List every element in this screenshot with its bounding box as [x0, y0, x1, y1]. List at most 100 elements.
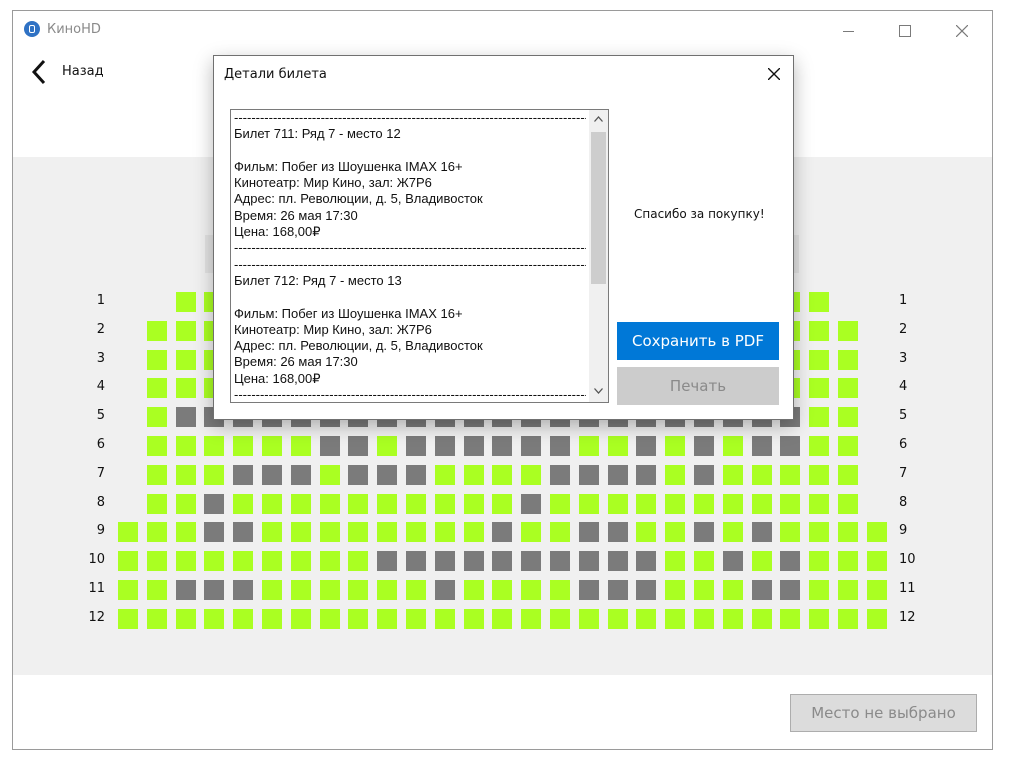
seat-free[interactable] [291, 494, 311, 514]
seat-free[interactable] [291, 551, 311, 571]
seat-free[interactable] [176, 522, 196, 542]
seat-free[interactable] [176, 321, 196, 341]
seat-free[interactable] [233, 494, 253, 514]
seat-free[interactable] [752, 609, 772, 629]
seat-free[interactable] [320, 465, 340, 485]
seat-free[interactable] [147, 407, 167, 427]
seat-free[interactable] [809, 436, 829, 456]
seat-free[interactable] [233, 551, 253, 571]
seat-free[interactable] [118, 522, 138, 542]
seat-free[interactable] [838, 494, 858, 514]
seat-free[interactable] [723, 580, 743, 600]
seat-free[interactable] [262, 551, 282, 571]
seat-free[interactable] [752, 465, 772, 485]
seat-free[interactable] [550, 522, 570, 542]
seat-free[interactable] [809, 407, 829, 427]
seat-free[interactable] [377, 609, 397, 629]
seat-free[interactable] [665, 494, 685, 514]
seat-free[interactable] [867, 522, 887, 542]
seat-free[interactable] [809, 292, 829, 312]
seat-free[interactable] [262, 609, 282, 629]
seat-free[interactable] [176, 494, 196, 514]
seat-free[interactable] [348, 494, 368, 514]
seat-free[interactable] [492, 609, 512, 629]
seat-free[interactable] [406, 609, 426, 629]
seat-free[interactable] [147, 494, 167, 514]
seat-free[interactable] [464, 580, 484, 600]
seat-free[interactable] [809, 580, 829, 600]
seat-free[interactable] [118, 551, 138, 571]
seat-free[interactable] [752, 494, 772, 514]
seat-free[interactable] [176, 378, 196, 398]
seat-free[interactable] [435, 609, 455, 629]
seat-free[interactable] [665, 580, 685, 600]
seat-free[interactable] [867, 551, 887, 571]
seat-free[interactable] [665, 436, 685, 456]
seat-free[interactable] [377, 522, 397, 542]
seat-free[interactable] [550, 609, 570, 629]
seat-free[interactable] [665, 609, 685, 629]
seat-free[interactable] [694, 494, 714, 514]
seat-free[interactable] [636, 609, 656, 629]
seat-free[interactable] [838, 378, 858, 398]
seat-free[interactable] [780, 494, 800, 514]
seat-free[interactable] [665, 522, 685, 542]
seat-free[interactable] [348, 609, 368, 629]
seat-free[interactable] [665, 551, 685, 571]
seat-free[interactable] [176, 551, 196, 571]
seat-free[interactable] [579, 436, 599, 456]
seat-free[interactable] [204, 436, 224, 456]
seat-free[interactable] [176, 350, 196, 370]
seat-free[interactable] [435, 522, 455, 542]
maximize-button[interactable] [881, 11, 927, 51]
seat-free[interactable] [636, 494, 656, 514]
seat-free[interactable] [723, 465, 743, 485]
seat-free[interactable] [838, 407, 858, 427]
save-pdf-button[interactable]: Сохранить в PDF [617, 322, 779, 360]
scroll-thumb[interactable] [591, 132, 606, 284]
seat-free[interactable] [176, 436, 196, 456]
seat-free[interactable] [320, 522, 340, 542]
seat-free[interactable] [262, 494, 282, 514]
seat-free[interactable] [694, 580, 714, 600]
seat-free[interactable] [550, 580, 570, 600]
seat-free[interactable] [147, 465, 167, 485]
seat-free[interactable] [723, 609, 743, 629]
seat-free[interactable] [809, 494, 829, 514]
seat-free[interactable] [406, 494, 426, 514]
seat-free[interactable] [147, 551, 167, 571]
scroll-up-button[interactable] [589, 111, 608, 129]
seat-free[interactable] [809, 350, 829, 370]
seat-free[interactable] [377, 580, 397, 600]
seat-free[interactable] [838, 522, 858, 542]
seat-free[interactable] [838, 609, 858, 629]
seat-free[interactable] [723, 494, 743, 514]
seat-free[interactable] [406, 522, 426, 542]
seat-free[interactable] [780, 609, 800, 629]
seat-free[interactable] [780, 465, 800, 485]
seat-free[interactable] [204, 609, 224, 629]
seat-free[interactable] [320, 494, 340, 514]
seat-free[interactable] [780, 522, 800, 542]
seat-free[interactable] [521, 609, 541, 629]
seat-status-button[interactable]: Место не выбрано [790, 694, 977, 732]
seat-free[interactable] [464, 609, 484, 629]
seat-free[interactable] [550, 494, 570, 514]
ticket-scrollbar[interactable] [589, 110, 608, 402]
seat-free[interactable] [608, 494, 628, 514]
seat-free[interactable] [262, 522, 282, 542]
print-button[interactable]: Печать [617, 367, 779, 405]
seat-free[interactable] [204, 551, 224, 571]
seat-free[interactable] [723, 436, 743, 456]
seat-free[interactable] [176, 292, 196, 312]
seat-free[interactable] [492, 465, 512, 485]
minimize-button[interactable] [825, 11, 871, 51]
seat-free[interactable] [176, 465, 196, 485]
seat-free[interactable] [521, 580, 541, 600]
seat-free[interactable] [262, 436, 282, 456]
seat-free[interactable] [204, 465, 224, 485]
seat-free[interactable] [464, 494, 484, 514]
seat-free[interactable] [492, 580, 512, 600]
seat-free[interactable] [838, 551, 858, 571]
back-button[interactable]: Назад [31, 59, 131, 85]
